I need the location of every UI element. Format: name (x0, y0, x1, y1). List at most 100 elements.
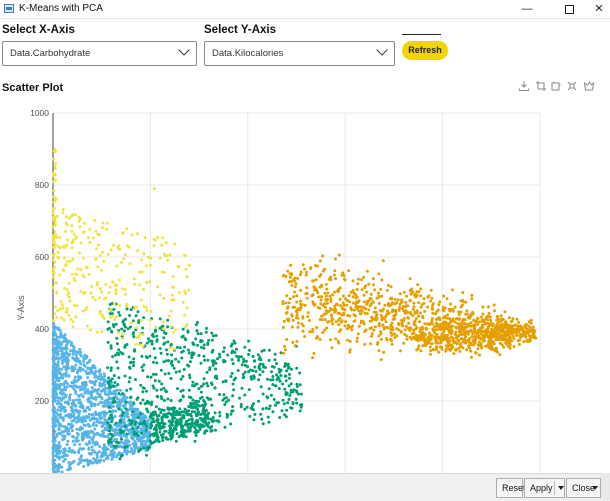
scatter-point (278, 416, 282, 419)
reset-button-label: Reset (502, 483, 526, 493)
minimize-button[interactable]: — (512, 0, 542, 18)
scatter-point (117, 311, 121, 314)
scatter-point (291, 390, 295, 394)
scatter-point (470, 335, 474, 339)
scatter-point (181, 395, 185, 399)
scatter-point (145, 424, 149, 428)
scatter-point (353, 319, 357, 323)
scatter-point (98, 253, 102, 257)
scatter-point (90, 284, 94, 288)
scatter-point (393, 336, 397, 340)
scatter-point (135, 336, 139, 340)
scatter-point (118, 313, 122, 317)
scatter-point (178, 369, 181, 373)
scatter-point (331, 322, 335, 326)
scatter-point (115, 424, 119, 428)
scatter-point (162, 360, 166, 364)
scatter-point (492, 303, 496, 307)
scatter-point (206, 341, 210, 345)
box-select-icon[interactable] (566, 80, 578, 92)
scatter-point (159, 388, 163, 392)
scatter-point (154, 425, 158, 429)
scatter-point (98, 287, 102, 291)
scatter-point (476, 347, 480, 351)
scatter-point (144, 306, 148, 309)
scatter-point (155, 334, 159, 338)
scatter-point (62, 335, 66, 339)
scatter-point (100, 401, 104, 405)
scatter-point (377, 349, 381, 353)
scatter-point (139, 298, 143, 302)
scatter-point (156, 235, 159, 239)
scatter-point (124, 400, 128, 404)
scatter-point (247, 352, 251, 356)
scatter-point (325, 301, 329, 305)
scatter-point (108, 429, 112, 433)
scatter-point (175, 432, 179, 436)
scatter-point (60, 455, 64, 459)
scatter-point (122, 418, 126, 421)
scatter-point (290, 283, 294, 287)
scatter-point (218, 352, 221, 356)
scatter-point (442, 327, 446, 331)
scatter-point (512, 345, 516, 349)
download-icon[interactable] (518, 80, 530, 92)
scatter-point (103, 392, 107, 396)
caret-down-icon[interactable] (592, 486, 598, 490)
scatter-point (368, 327, 372, 330)
scatter-point (82, 357, 86, 361)
y-axis-select-value: Data.Kilocalories (212, 48, 284, 59)
scatter-point (75, 384, 79, 388)
scatter-point (351, 279, 355, 283)
scatter-point (286, 269, 290, 273)
scatter-point (75, 427, 79, 431)
scatter-point (326, 291, 330, 295)
scatter-point (225, 412, 229, 416)
scatter-point (318, 275, 321, 278)
lasso-icon[interactable] (583, 80, 595, 92)
scatter-point (330, 313, 333, 317)
scatter-point (57, 427, 61, 431)
zoom-reset-icon[interactable] (550, 80, 562, 92)
scatter-point (206, 384, 210, 388)
x-axis-select[interactable]: Data.Carbohydrate (2, 41, 197, 66)
scatter-point (53, 222, 57, 226)
scatter-plot[interactable]: 2004006008001000Y-Axis (0, 98, 600, 473)
refresh-button[interactable]: Refresh (402, 41, 448, 60)
scatter-point (189, 412, 193, 416)
apply-button[interactable]: Apply (524, 478, 565, 498)
scatter-point (194, 422, 198, 426)
scatter-point (121, 337, 125, 340)
y-axis-select[interactable]: Data.Kilocalories (204, 41, 395, 66)
scatter-point (55, 374, 59, 378)
scatter-point (134, 378, 137, 381)
scatter-point (53, 172, 57, 176)
scatter-point (52, 241, 56, 245)
scatter-point (53, 362, 57, 366)
caret-down-icon[interactable] (558, 486, 564, 490)
scatter-point (426, 336, 430, 339)
scatter-point (51, 377, 55, 381)
scatter-point (197, 354, 201, 357)
scatter-point (289, 263, 293, 267)
scrollbar[interactable] (601, 473, 610, 500)
close-button[interactable]: Close (566, 478, 601, 498)
scatter-point (151, 441, 155, 445)
scatter-point (73, 213, 77, 217)
scatter-point (55, 454, 59, 458)
scatter-point (155, 388, 159, 392)
maximize-button[interactable] (554, 0, 584, 18)
scatter-point (434, 321, 438, 325)
reset-button[interactable]: Reset (496, 478, 526, 498)
scatter-point (125, 435, 128, 439)
scatter-point (379, 287, 383, 291)
scatter-point (380, 318, 384, 322)
scatter-point (158, 317, 162, 321)
scatter-point (130, 413, 134, 417)
close-window-button[interactable]: ✕ (584, 0, 610, 18)
scatter-point (202, 343, 206, 347)
scatter-point (174, 370, 178, 374)
zoom-select-icon[interactable] (535, 80, 547, 92)
scatter-point (61, 388, 65, 392)
scatter-point (52, 438, 56, 442)
